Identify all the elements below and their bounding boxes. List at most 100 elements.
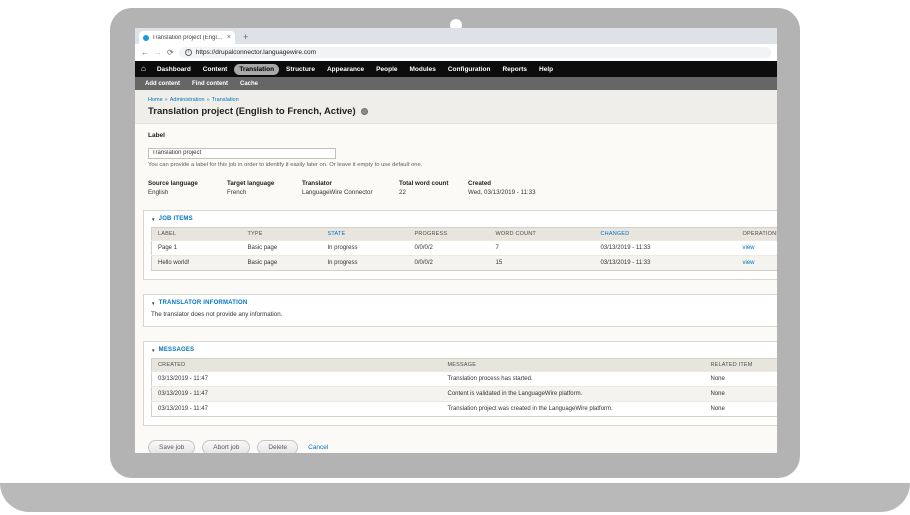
abort-job-button[interactable]: Abort job bbox=[202, 440, 250, 453]
col-operations: OPERATIONS bbox=[737, 228, 778, 241]
cell-label: Page 1 bbox=[152, 241, 242, 256]
translator-info-fieldset: ▼ TRANSLATOR INFORMATION The translator … bbox=[143, 294, 777, 327]
translator-info-text: The translator does not provide any info… bbox=[151, 311, 777, 318]
contextual-gear-icon[interactable] bbox=[361, 108, 368, 115]
meta-target-language: Target language French bbox=[227, 180, 302, 196]
label-field-label: Label bbox=[148, 132, 777, 139]
job-items-fieldset: ▼ JOB ITEMS LABEL TYPE STATE PROGRESS bbox=[143, 210, 777, 280]
label-input[interactable] bbox=[148, 148, 336, 159]
cell-word-count: 7 bbox=[490, 241, 595, 256]
cell-related: None bbox=[705, 402, 778, 417]
menu-people[interactable]: People bbox=[371, 64, 402, 75]
job-item-row: Page 1 Basic page In progress 0/0/0/2 7 … bbox=[152, 241, 778, 256]
messages-fieldset: ▼ MESSAGES CREATED MESSAGE RELATED ITEM bbox=[143, 341, 777, 426]
col-progress: PROGRESS bbox=[409, 228, 490, 241]
site-info-icon[interactable]: i bbox=[185, 49, 192, 56]
meta-created: Created Wed, 03/13/2019 - 11:33 bbox=[468, 180, 598, 196]
new-tab-button[interactable]: + bbox=[243, 31, 248, 44]
laptop-base bbox=[0, 483, 910, 512]
job-items-legend[interactable]: ▼ JOB ITEMS bbox=[151, 216, 777, 222]
messages-table: CREATED MESSAGE RELATED ITEM 03/13/2019 … bbox=[151, 358, 777, 417]
col-created: CREATED bbox=[152, 359, 442, 372]
cell-type: Basic page bbox=[242, 256, 322, 271]
cell-type: Basic page bbox=[242, 241, 322, 256]
page-background: Translation project (English to Fr × + ←… bbox=[0, 0, 910, 515]
tab-strip: Translation project (English to Fr × + bbox=[135, 28, 777, 44]
menu-structure[interactable]: Structure bbox=[281, 64, 320, 75]
col-label: LABEL bbox=[152, 228, 242, 241]
cell-message: Translation project was created in the L… bbox=[442, 402, 705, 417]
cell-changed: 03/13/2019 - 11:33 bbox=[595, 241, 737, 256]
col-word-count: WORD COUNT bbox=[490, 228, 595, 241]
shortcut-find-content[interactable]: Find content bbox=[192, 81, 228, 87]
view-link[interactable]: view bbox=[743, 260, 755, 266]
message-row: 03/13/2019 - 11:47 Content is validated … bbox=[152, 387, 778, 402]
form-content: Label You can provide a label for this j… bbox=[135, 124, 777, 453]
menu-modules[interactable]: Modules bbox=[404, 64, 440, 75]
cell-progress: 0/0/0/2 bbox=[409, 256, 490, 271]
delete-button[interactable]: Delete bbox=[257, 440, 298, 453]
admin-toolbar: ⌂ Dashboard Content Translation Structur… bbox=[135, 61, 777, 77]
cell-word-count: 15 bbox=[490, 256, 595, 271]
close-tab-icon[interactable]: × bbox=[227, 34, 231, 41]
tab-title: Translation project (English to Fr bbox=[152, 35, 224, 41]
cell-message: Content is validated in the LanguageWire… bbox=[442, 387, 705, 402]
breadcrumb-translation[interactable]: Translation bbox=[212, 97, 239, 103]
browser-window: Translation project (English to Fr × + ←… bbox=[135, 28, 777, 453]
page-header: Home»Administration»Translation Translat… bbox=[135, 90, 777, 124]
job-items-table: LABEL TYPE STATE PROGRESS WORD COUNT CHA… bbox=[151, 227, 777, 271]
menu-reports[interactable]: Reports bbox=[497, 64, 532, 75]
forward-icon[interactable]: → bbox=[154, 49, 162, 57]
cell-created: 03/13/2019 - 11:47 bbox=[152, 372, 442, 387]
breadcrumb: Home»Administration»Translation bbox=[148, 97, 777, 103]
col-message: MESSAGE bbox=[442, 359, 705, 372]
messages-legend[interactable]: ▼ MESSAGES bbox=[151, 347, 777, 353]
cell-state: In progress bbox=[322, 241, 409, 256]
cell-created: 03/13/2019 - 11:47 bbox=[152, 402, 442, 417]
home-icon[interactable]: ⌂ bbox=[141, 65, 146, 73]
job-item-row: Hello world! Basic page In progress 0/0/… bbox=[152, 256, 778, 271]
cell-created: 03/13/2019 - 11:47 bbox=[152, 387, 442, 402]
cell-related: None bbox=[705, 372, 778, 387]
breadcrumb-administration[interactable]: Administration bbox=[170, 97, 205, 103]
view-link[interactable]: view bbox=[743, 245, 755, 251]
menu-appearance[interactable]: Appearance bbox=[322, 64, 369, 75]
url-text: https://drupalconnector.languagewire.com bbox=[196, 49, 316, 56]
meta-source-language: Source language English bbox=[148, 180, 227, 196]
address-input[interactable]: i https://drupalconnector.languagewire.c… bbox=[179, 47, 771, 58]
shortcut-add-content[interactable]: Add content bbox=[145, 81, 180, 87]
menu-translation[interactable]: Translation bbox=[234, 64, 279, 75]
menu-help[interactable]: Help bbox=[534, 64, 558, 75]
breadcrumb-home[interactable]: Home bbox=[148, 97, 163, 103]
collapse-arrow-icon: ▼ bbox=[151, 217, 156, 222]
cell-progress: 0/0/0/2 bbox=[409, 241, 490, 256]
meta-translator: Translator LanguageWire Connector bbox=[302, 180, 399, 196]
shortcut-cache[interactable]: Cache bbox=[240, 81, 258, 87]
col-changed-sort[interactable]: CHANGED bbox=[595, 228, 737, 241]
page-area: Home»Administration»Translation Translat… bbox=[135, 90, 777, 453]
label-help-text: You can provide a label for this job in … bbox=[148, 162, 777, 168]
breadcrumb-separator: » bbox=[207, 97, 210, 103]
menu-content[interactable]: Content bbox=[198, 64, 233, 75]
menu-configuration[interactable]: Configuration bbox=[443, 64, 496, 75]
collapse-arrow-icon: ▼ bbox=[151, 301, 156, 306]
reload-icon[interactable]: ⟳ bbox=[167, 49, 174, 57]
collapse-arrow-icon: ▼ bbox=[151, 348, 156, 353]
browser-tab[interactable]: Translation project (English to Fr × bbox=[139, 31, 235, 44]
meta-word-count: Total word count 22 bbox=[399, 180, 468, 196]
menu-dashboard[interactable]: Dashboard bbox=[152, 64, 196, 75]
save-job-button[interactable]: Save job bbox=[148, 440, 195, 453]
back-icon[interactable]: ← bbox=[141, 49, 149, 57]
message-row: 03/13/2019 - 11:47 Translation process h… bbox=[152, 372, 778, 387]
label-field-group: Label You can provide a label for this j… bbox=[148, 132, 777, 168]
cancel-link[interactable]: Cancel bbox=[308, 444, 328, 451]
cell-state: In progress bbox=[322, 256, 409, 271]
shortcut-bar: Add content Find content Cache bbox=[135, 77, 777, 90]
drupal-favicon-icon bbox=[143, 35, 149, 41]
col-state-sort[interactable]: STATE bbox=[322, 228, 409, 241]
translator-info-legend[interactable]: ▼ TRANSLATOR INFORMATION bbox=[151, 300, 777, 306]
form-actions: Save job Abort job Delete Cancel bbox=[148, 440, 777, 453]
col-type: TYPE bbox=[242, 228, 322, 241]
message-row: 03/13/2019 - 11:47 Translation project w… bbox=[152, 402, 778, 417]
url-bar: ← → ⟳ i https://drupalconnector.language… bbox=[135, 44, 777, 61]
